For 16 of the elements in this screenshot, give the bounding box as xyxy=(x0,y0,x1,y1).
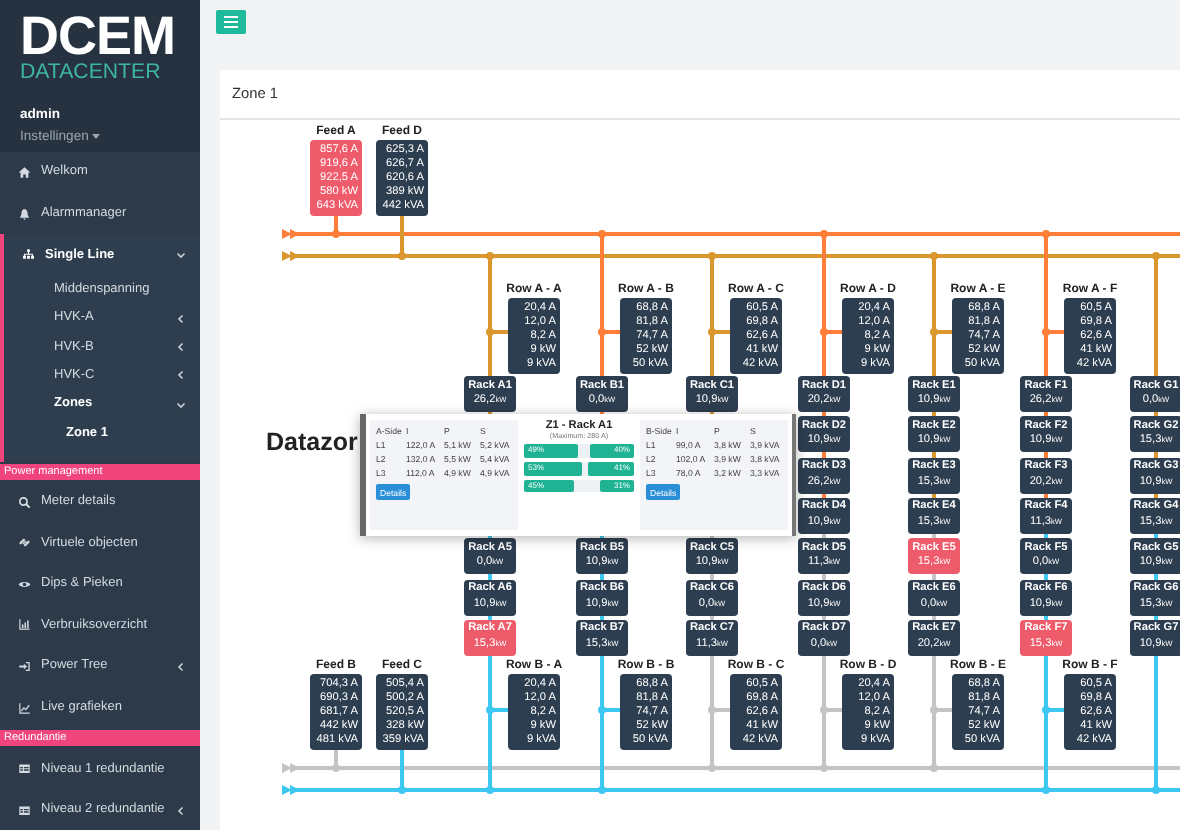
home-icon xyxy=(18,166,31,180)
menu-button[interactable] xyxy=(216,10,246,34)
menu-icon xyxy=(224,16,238,28)
caret-icon xyxy=(92,134,101,141)
sitemap-icon xyxy=(22,248,35,262)
bell-icon xyxy=(18,207,31,221)
search-icon xyxy=(18,495,31,509)
zone-heading: Datazor xyxy=(266,426,358,458)
sign-in-icon xyxy=(18,659,31,673)
table-icon xyxy=(18,803,31,817)
logo-subtitle: DATACENTER xyxy=(20,62,161,83)
logo-text: DCEM xyxy=(20,16,175,56)
table-icon xyxy=(18,762,31,776)
line-chart-icon xyxy=(18,701,31,715)
eye-icon xyxy=(18,577,31,591)
bar-chart-icon xyxy=(18,618,31,632)
